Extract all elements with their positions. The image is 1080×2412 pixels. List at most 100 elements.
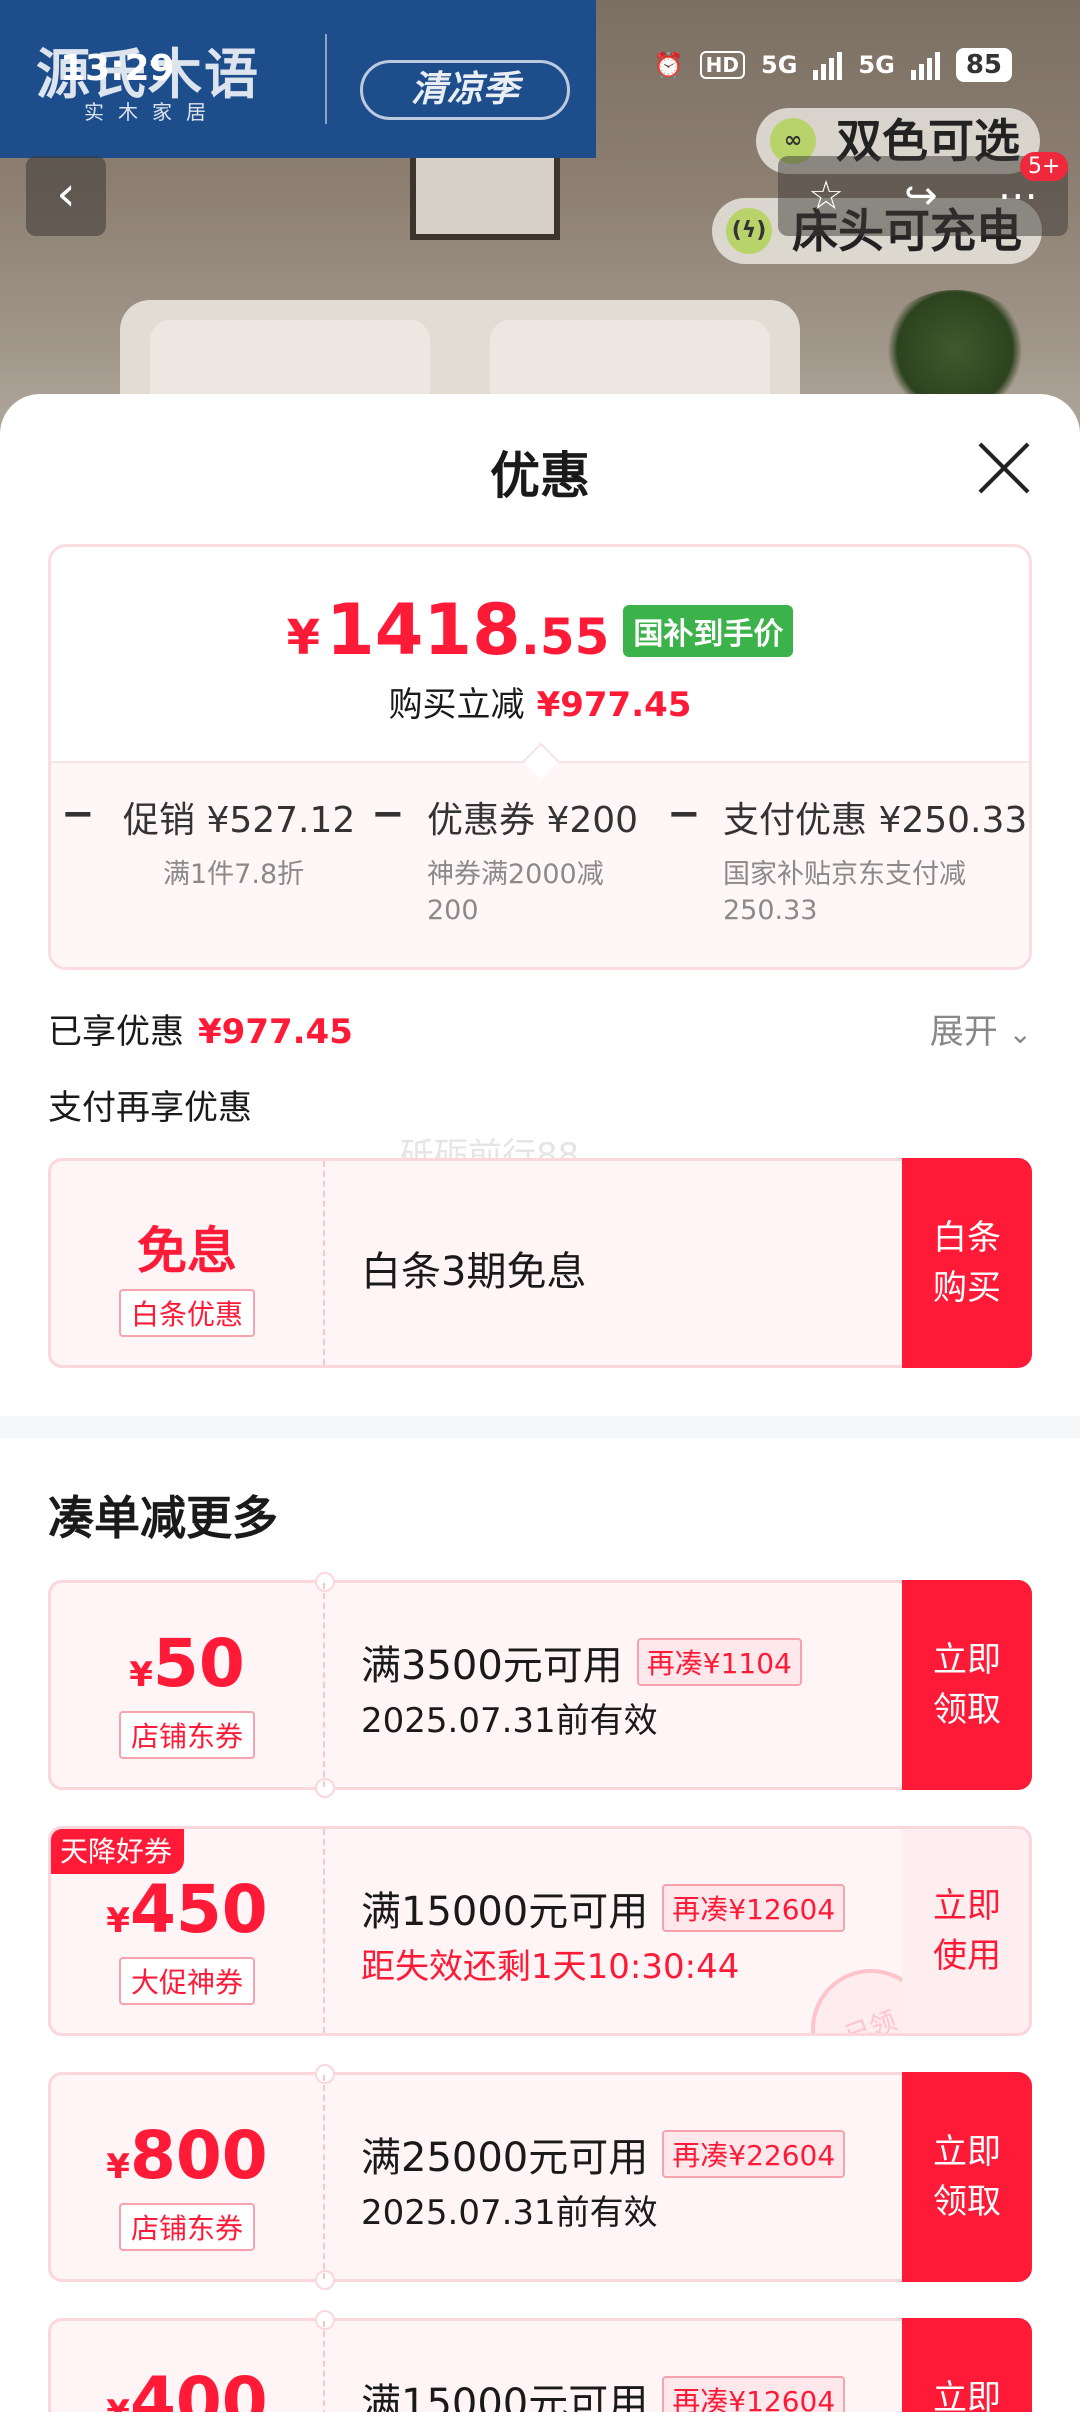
brand-divider: [325, 34, 327, 124]
claim-button[interactable]: 立即领取: [902, 2318, 1032, 2412]
coupon-amount: 400: [129, 2363, 268, 2412]
coupon-date: 2025.07.31前有效: [361, 2193, 658, 2233]
use-button[interactable]: 立即使用: [902, 1829, 1029, 2033]
reduce-line: 购买立减 ¥977.45: [51, 677, 1029, 726]
coupon-yen: ¥: [106, 2393, 130, 2412]
star-icon[interactable]: ☆: [808, 173, 844, 219]
coupon-more-badge: 再凑¥1104: [636, 1638, 802, 1686]
expand-button[interactable]: 展开 ⌄: [930, 1004, 1032, 1053]
price-currency: ¥: [286, 610, 320, 666]
coupon-left: ¥50 店铺东券: [51, 1583, 325, 1787]
section-divider: [0, 1416, 1080, 1438]
price-integer: 1418: [326, 589, 521, 671]
coupon-amount: 50: [152, 1625, 245, 1702]
subsidy-price-tag: 国补到手价: [623, 605, 794, 657]
coupon-more-badge: 再凑¥12604: [662, 1884, 846, 1932]
button-label: 立即领取: [933, 2378, 1001, 2412]
enjoyed-label: 已享优惠: [48, 1012, 184, 1052]
season-badge: 清凉季: [360, 60, 570, 120]
chevron-left-icon: ‹: [56, 166, 76, 222]
coupon-more-badge: 再凑¥12604: [662, 2376, 846, 2412]
expand-label: 展开: [929, 1012, 998, 1052]
breakdown-subtitle: 神券满2000减200: [427, 859, 604, 926]
brand-subtitle: 实木家居: [84, 100, 220, 124]
coupon-tag: 店铺东券: [118, 2203, 255, 2251]
coupon-tag: 大促神券: [118, 1957, 255, 2005]
installment-value: 免息: [137, 1222, 237, 1280]
coupon-title: 满15000元可用 再凑¥12604: [361, 1879, 846, 1937]
price-decimal: .55: [520, 608, 610, 666]
coupon-card: ¥800 店铺东券 满25000元可用 再凑¥22604 2025.07.31前有…: [48, 2064, 1032, 2290]
coupon-amount: 450: [129, 1871, 268, 1948]
close-icon[interactable]: [974, 438, 1034, 498]
coupon-value: ¥50: [51, 1631, 323, 1697]
signal-icon: [813, 50, 843, 80]
enjoyed-amount: ¥977.45: [198, 1012, 353, 1052]
coupon-condition: 满25000元可用: [361, 2135, 649, 2181]
breakdown-subtitle: 满1件7.8折: [163, 859, 305, 890]
minus-icon: −: [371, 791, 405, 837]
plant-image: [880, 290, 1030, 410]
installment-title: 白条3期免息: [361, 1249, 587, 1295]
button-label: 立即使用: [933, 1886, 1001, 1976]
minus-icon: −: [61, 791, 95, 837]
coupon-left: ¥400: [51, 2321, 325, 2412]
discount-sheet: 优惠 ¥ 1418 .55 国补到手价 购买立减 ¥977.45 − 促销 ¥52…: [0, 394, 1080, 2412]
coupon-ribbon: 天降好券: [51, 1829, 185, 1874]
breakdown-title: 促销 ¥527.12: [123, 800, 356, 841]
breakdown-title: 支付优惠 ¥250.33: [723, 800, 1028, 841]
price-card: ¥ 1418 .55 国补到手价 购买立减 ¥977.45 − 促销 ¥527.1…: [48, 544, 1032, 970]
coupon-card: ¥50 店铺东券 满3500元可用 再凑¥1104 2025.07.31前有效 立…: [48, 1572, 1032, 1798]
coupon-condition: 满15000元可用: [361, 1889, 649, 1935]
wall-frame: [410, 150, 560, 240]
back-button[interactable]: ‹: [26, 156, 106, 236]
coupon-value: ¥800: [51, 2123, 323, 2189]
message-count-badge: 5+: [1020, 152, 1069, 181]
claim-button[interactable]: 立即领取: [902, 1580, 1032, 1790]
button-label: 立即领取: [933, 2132, 1001, 2222]
installment-card: 免息 白条优惠 白条3期免息 白条购买: [48, 1158, 1032, 1368]
coupon-date: 2025.07.31前有效: [361, 1701, 658, 1741]
claim-button[interactable]: 立即领取: [902, 2072, 1032, 2282]
breakdown-payment: − 支付优惠 ¥250.33 国家补贴京东支付减250.33: [667, 791, 1029, 929]
share-icon[interactable]: ↪: [904, 173, 938, 219]
coupon-tag: 店铺东券: [118, 1711, 255, 1759]
coupon-card: ¥450 大促神券 天降好券 满15000元可用 再凑¥12604 距失效还剩1天…: [48, 1826, 1032, 2036]
coupon-title: 满15000元可用 再凑¥12604: [361, 2371, 846, 2412]
coupon-yen: ¥: [106, 1901, 130, 1941]
coupon-card: ¥400 满15000元可用再凑¥12604 立即领取: [48, 2310, 1032, 2412]
coupon-title: 满25000元可用 再凑¥22604: [361, 2125, 846, 2183]
coupon-yen: ¥: [106, 2147, 130, 2187]
coupon-left: ¥800 店铺东券: [51, 2075, 325, 2279]
breakdown-promo: − 促销 ¥527.12 满1件7.8折: [61, 791, 371, 893]
network-label-2: 5G: [858, 51, 895, 79]
enjoyed-discount: 已享优惠 ¥977.45: [48, 1004, 353, 1053]
section-title: 凑单减更多: [48, 1491, 278, 1545]
coupon-value: ¥450: [51, 1877, 323, 1943]
coupon-countdown: 距失效还剩1天10:30:44: [361, 1947, 740, 1987]
minus-icon: −: [667, 791, 701, 837]
signal-icon-2: [910, 50, 940, 80]
coupon-more-badge: 再凑¥22604: [662, 2130, 846, 2178]
breakdown-subtitle: 国家补贴京东支付减250.33: [723, 859, 966, 926]
coupon-left: 免息 白条优惠: [51, 1161, 325, 1365]
button-label: 白条购买: [933, 1218, 1001, 1308]
pay-more-title: 支付再享优惠: [48, 1088, 252, 1128]
breakdown-title: 优惠券 ¥200: [427, 800, 639, 841]
final-price: ¥ 1418 .55 国补到手价: [51, 589, 1029, 671]
charging-icon: (ϟ): [726, 208, 772, 254]
reduce-label: 购买立减: [388, 685, 525, 725]
alarm-icon: ⏰: [653, 51, 684, 79]
status-time: 13:29: [60, 48, 175, 89]
chevron-down-icon: ⌄: [1008, 1017, 1032, 1050]
status-icons: ⏰ HD 5G 5G 85: [654, 48, 1012, 82]
sheet-title: 优惠: [490, 447, 590, 505]
button-label: 立即领取: [933, 1640, 1001, 1730]
hd-icon: HD: [699, 51, 745, 79]
installment-tag: 白条优惠: [118, 1289, 255, 1337]
baitiao-buy-button[interactable]: 白条购买: [902, 1158, 1032, 1368]
coupon-title: 满3500元可用 再凑¥1104: [361, 1633, 802, 1691]
coupon-condition: 满3500元可用: [361, 1643, 623, 1689]
coupon-yen: ¥: [129, 1655, 153, 1695]
coupon-value: ¥400: [51, 2369, 323, 2412]
